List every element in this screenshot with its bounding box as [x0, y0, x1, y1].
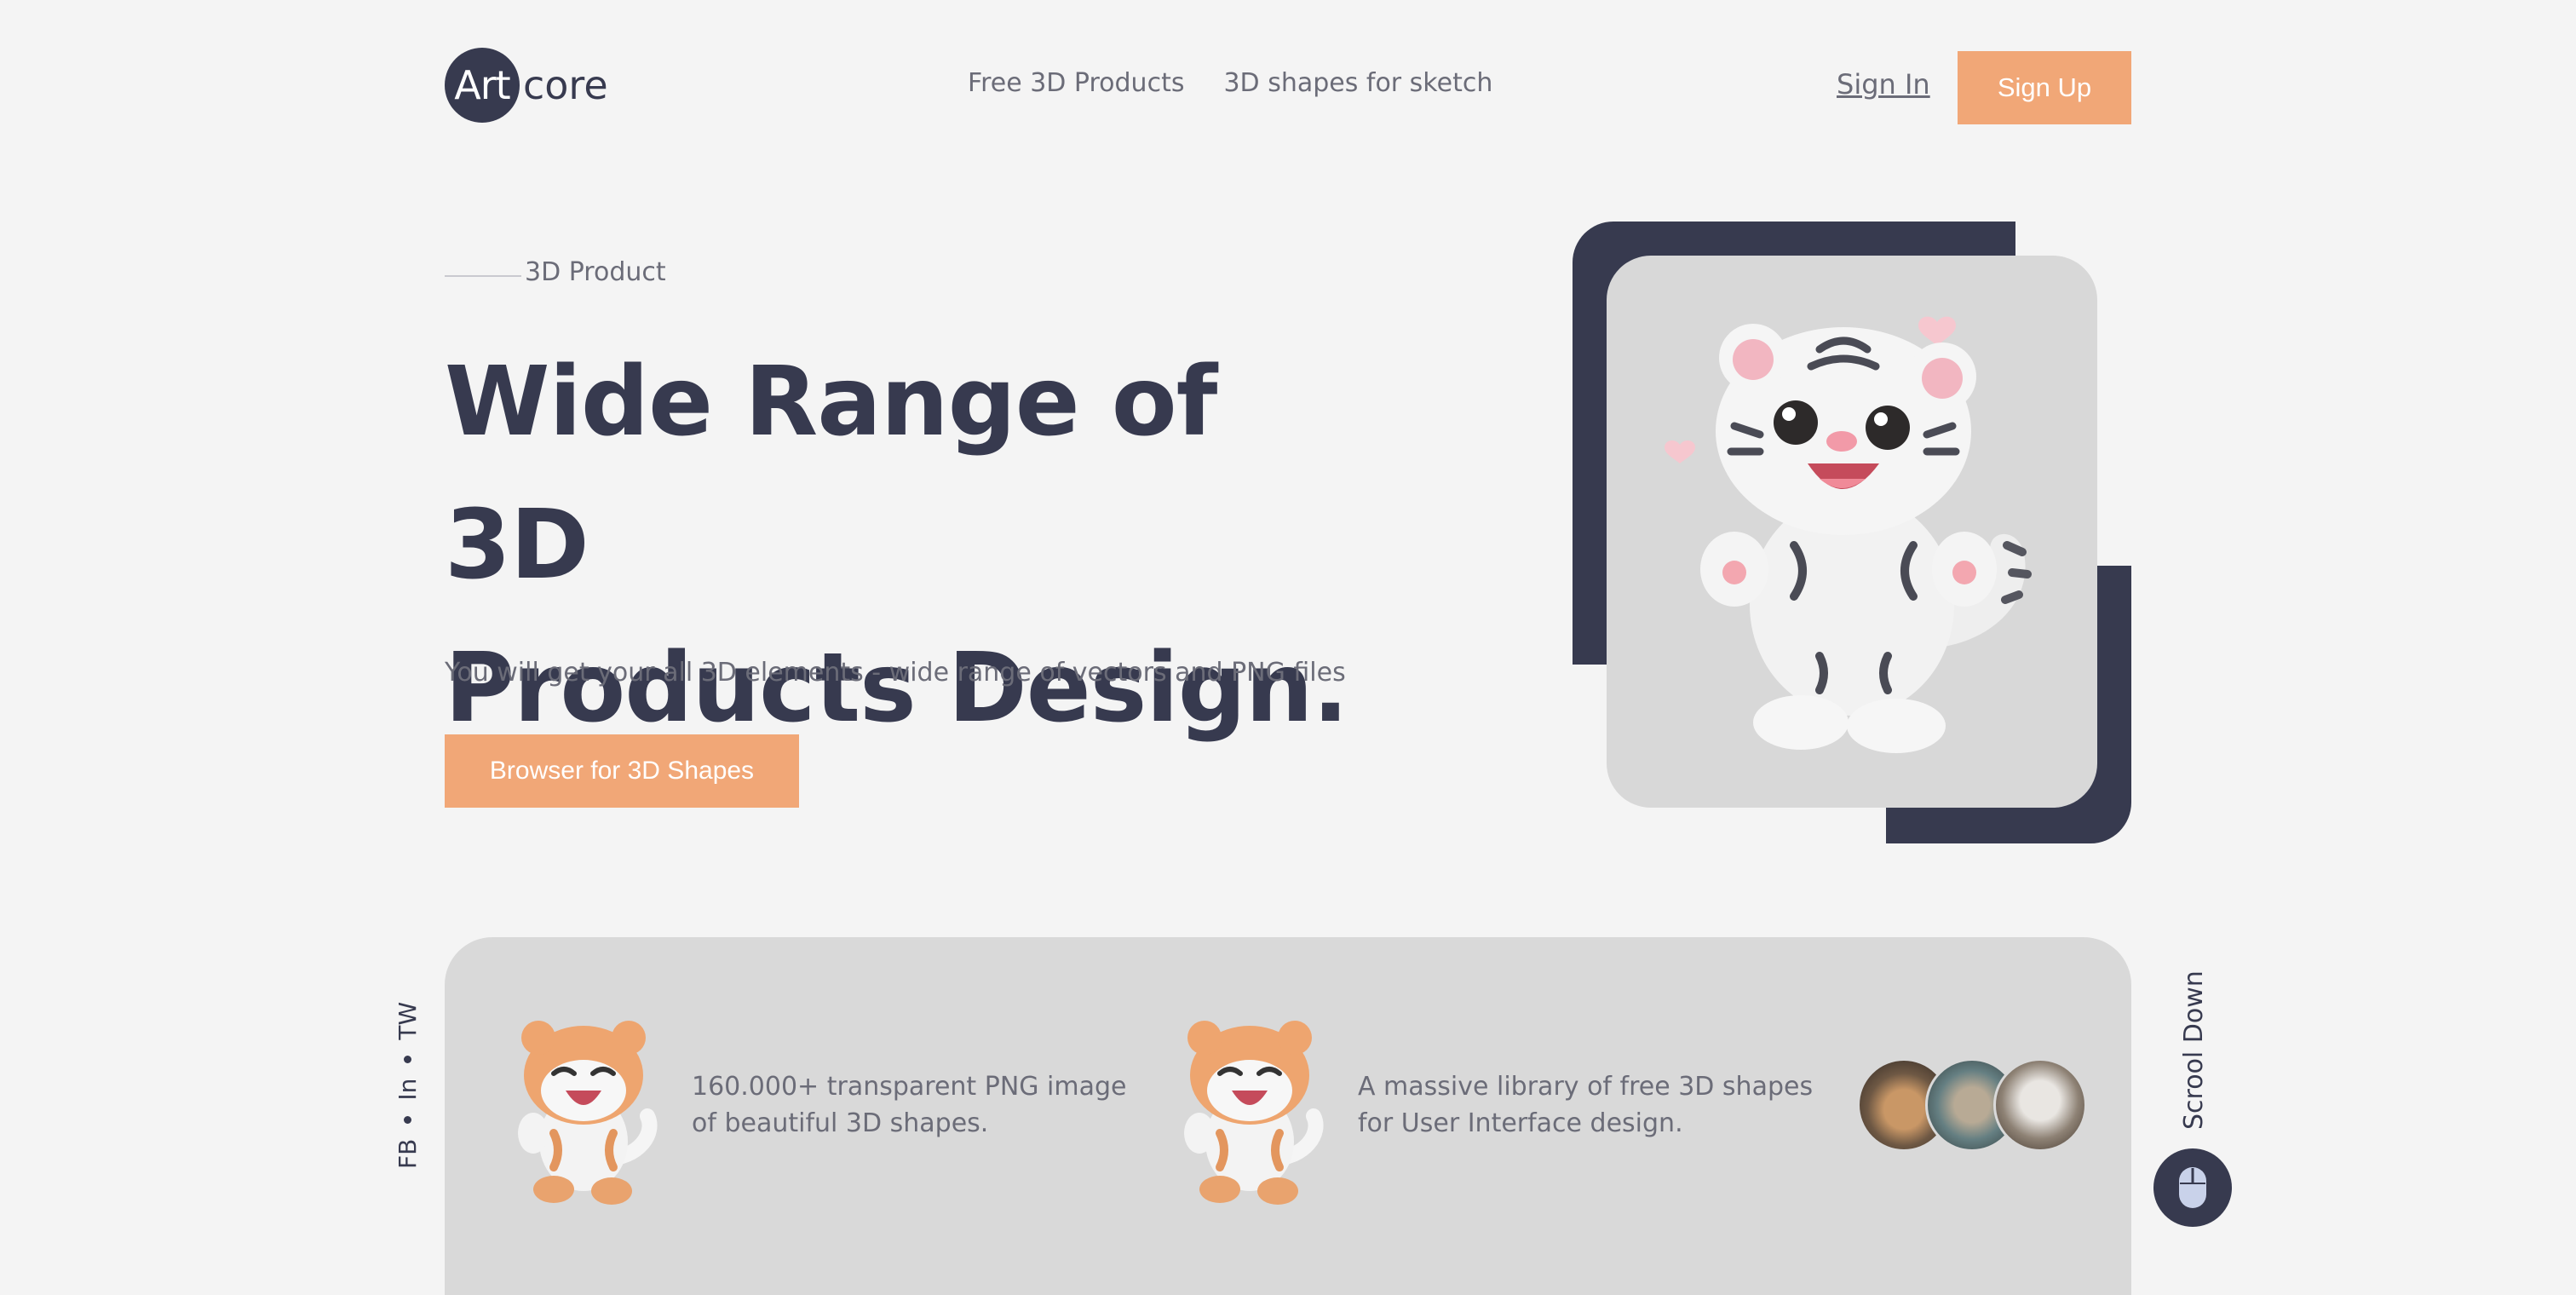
feature-2-line-2: for User Interface design. — [1358, 1108, 1683, 1138]
feature-1-line-2: of beautiful 3D shapes. — [692, 1108, 989, 1138]
main-nav: Free 3D Products 3D shapes for sketch — [968, 68, 1492, 98]
sign-in-link[interactable]: Sign In — [1837, 68, 1930, 101]
avatar-group — [1857, 1058, 2087, 1152]
twitter-link[interactable]: TW — [394, 1002, 422, 1040]
tiger-cub-illustration-2 — [1184, 1021, 1324, 1205]
headline-line-2: Products Design. — [445, 633, 1348, 744]
nav-free-3d-products[interactable]: Free 3D Products — [968, 68, 1184, 98]
hero-subtext: You will get your all 3D elements - wide… — [445, 658, 1346, 688]
eyebrow-line — [445, 274, 521, 277]
scroll-down-label: Scrool Down — [2179, 970, 2209, 1130]
logo-badge: Art — [445, 48, 520, 123]
social-links: FB In TW — [394, 1002, 422, 1169]
logo[interactable]: Art core — [445, 48, 608, 123]
feature-2-text: A massive library of free 3D shapes for … — [1358, 1068, 1813, 1142]
sign-up-button[interactable]: Sign Up — [1958, 51, 2131, 124]
separator-dot — [404, 1115, 411, 1124]
eyebrow-text: 3D Product — [525, 257, 666, 287]
hero-eyebrow: 3D Product — [445, 257, 666, 287]
separator-dot — [404, 1055, 411, 1063]
avatar-cat-chef — [1993, 1058, 2087, 1152]
tiger-illustration — [1665, 316, 2032, 753]
feature-2-line-1: A massive library of free 3D shapes — [1358, 1072, 1814, 1102]
feature-1-text: 160.000+ transparent PNG image of beauti… — [692, 1068, 1126, 1142]
nav-3d-shapes-for-sketch[interactable]: 3D shapes for sketch — [1223, 68, 1492, 98]
feature-1-line-1: 160.000+ transparent PNG image — [692, 1072, 1127, 1102]
logo-text: core — [523, 62, 608, 108]
linkedin-link[interactable]: In — [394, 1079, 422, 1101]
hero-image-card — [1607, 256, 2097, 808]
facebook-link[interactable]: FB — [394, 1139, 422, 1169]
scroll-down-button[interactable] — [2153, 1148, 2232, 1227]
browse-3d-shapes-button[interactable]: Browser for 3D Shapes — [445, 734, 799, 808]
tiger-cub-illustration-1 — [518, 1021, 658, 1205]
headline-line-1: Wide Range of 3D — [445, 347, 1217, 601]
mouse-icon — [2179, 1167, 2206, 1208]
hero-headline: Wide Range of 3D Products Design. — [445, 331, 1382, 760]
